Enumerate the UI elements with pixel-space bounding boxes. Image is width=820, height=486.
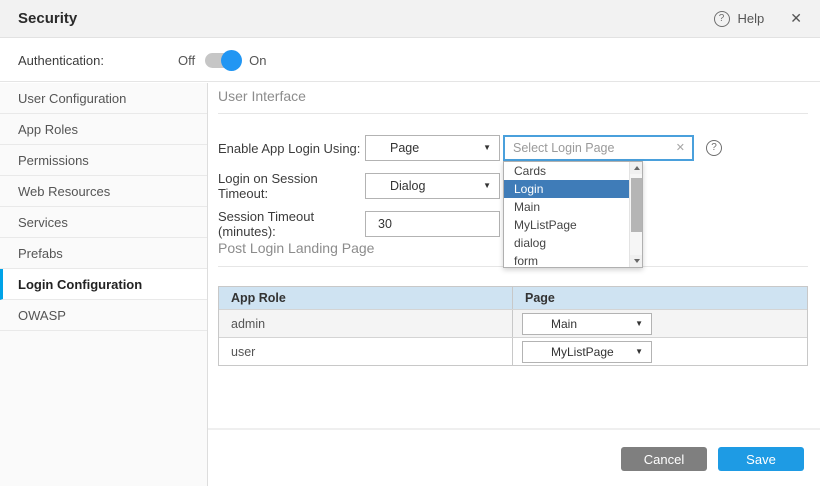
help-link[interactable]: Help: [738, 11, 765, 26]
sidebar-item-label: Prefabs: [18, 246, 63, 261]
login-type-value: Page: [390, 141, 419, 155]
table-header-row: App Role Page: [219, 287, 807, 309]
sidebar-item-permissions[interactable]: Permissions: [0, 145, 207, 176]
toggle-knob[interactable]: [221, 50, 242, 71]
sidebar-item-label: Login Configuration: [18, 277, 142, 292]
save-button[interactable]: Save: [718, 447, 804, 471]
toggle-off-label: Off: [178, 53, 195, 68]
admin-page-value: Main: [551, 317, 577, 331]
sidebar-item-label: Permissions: [18, 153, 89, 168]
dropdown-scrollbar[interactable]: [629, 162, 642, 267]
sidebar-item-label: Services: [18, 215, 68, 230]
chevron-down-icon: ▼: [635, 342, 643, 362]
sidebar-item-label: Web Resources: [18, 184, 110, 199]
scrollbar-up-icon[interactable]: [630, 162, 643, 174]
sidebar: User Configuration App Roles Permissions…: [0, 83, 208, 486]
toggle-on-label: On: [249, 53, 266, 68]
chevron-down-icon: ▼: [483, 174, 491, 198]
authentication-bar: Authentication: Off On: [0, 39, 820, 82]
help-icon[interactable]: ?: [714, 11, 730, 27]
sidebar-item-label: App Roles: [18, 122, 78, 137]
scrollbar-down-icon[interactable]: [630, 255, 643, 267]
footer-actions: Cancel Save: [621, 447, 804, 471]
title-bar: Security ? Help ✕: [0, 0, 820, 38]
enable-app-login-row: Enable App Login Using: Page ▼ ✕: [218, 134, 694, 162]
column-header-page: Page: [513, 287, 807, 309]
dropdown-option-dialog[interactable]: dialog: [504, 234, 642, 252]
dropdown-option-mylistpage[interactable]: MyListPage: [504, 216, 642, 234]
footer-divider: [208, 428, 820, 430]
main-content: User Interface Enable App Login Using: P…: [208, 83, 820, 486]
login-page-dropdown: Cards Login Main MyListPage dialog form: [503, 161, 643, 268]
session-timeout-login-label: Login on Session Timeout:: [218, 171, 365, 201]
section-divider: [218, 113, 808, 114]
page-title: Security: [18, 10, 77, 27]
landing-page-table: App Role Page admin Main ▼ user MyListPa…: [218, 286, 808, 366]
login-type-select[interactable]: Page ▼: [365, 135, 500, 161]
sidebar-item-label: User Configuration: [18, 91, 126, 106]
session-timeout-login-select[interactable]: Dialog ▼: [365, 173, 500, 199]
session-timeout-minutes-row: Session Timeout (minutes):: [218, 210, 500, 238]
login-page-search-input[interactable]: [505, 137, 692, 159]
session-timeout-login-value: Dialog: [390, 179, 425, 193]
sidebar-item-user-configuration[interactable]: User Configuration: [0, 83, 207, 114]
user-page-select[interactable]: MyListPage ▼: [522, 341, 652, 363]
session-timeout-minutes-input[interactable]: [365, 211, 500, 237]
dropdown-option-main[interactable]: Main: [504, 198, 642, 216]
table-row-user: user MyListPage ▼: [219, 337, 807, 365]
chevron-down-icon: ▼: [483, 136, 491, 160]
chevron-down-icon: ▼: [635, 314, 643, 334]
authentication-toggle[interactable]: [205, 53, 239, 68]
close-icon[interactable]: ✕: [790, 10, 802, 27]
dropdown-option-form[interactable]: form: [504, 252, 642, 268]
page-cell: Main ▼: [513, 310, 807, 337]
scrollbar-thumb[interactable]: [631, 178, 642, 232]
user-page-value: MyListPage: [551, 345, 614, 359]
sidebar-item-prefabs[interactable]: Prefabs: [0, 238, 207, 269]
session-timeout-minutes-label: Session Timeout (minutes):: [218, 209, 365, 239]
field-help-icon[interactable]: ?: [706, 140, 722, 156]
dropdown-option-cards[interactable]: Cards: [504, 162, 642, 180]
sidebar-item-web-resources[interactable]: Web Resources: [0, 176, 207, 207]
cancel-button[interactable]: Cancel: [621, 447, 707, 471]
authentication-label: Authentication:: [18, 53, 104, 68]
sidebar-item-login-configuration[interactable]: Login Configuration: [0, 269, 207, 300]
section-title-post-login: Post Login Landing Page: [218, 240, 374, 256]
sidebar-item-owasp[interactable]: OWASP: [0, 300, 207, 331]
app-role-cell: user: [219, 338, 513, 365]
enable-app-login-label: Enable App Login Using:: [218, 141, 365, 156]
column-header-app-role: App Role: [219, 287, 513, 309]
sidebar-item-label: OWASP: [18, 308, 66, 323]
admin-page-select[interactable]: Main ▼: [522, 313, 652, 335]
app-role-cell: admin: [219, 310, 513, 337]
login-page-combobox: ✕: [503, 135, 694, 161]
session-timeout-login-row: Login on Session Timeout: Dialog ▼: [218, 172, 500, 200]
section-title-user-interface: User Interface: [218, 88, 306, 104]
sidebar-item-app-roles[interactable]: App Roles: [0, 114, 207, 145]
security-dialog: Security ? Help ✕ Authentication: Off On…: [0, 0, 820, 486]
page-cell: MyListPage ▼: [513, 338, 807, 365]
clear-icon[interactable]: ✕: [676, 137, 685, 159]
table-row-admin: admin Main ▼: [219, 309, 807, 337]
dropdown-option-login[interactable]: Login: [504, 180, 642, 198]
sidebar-item-services[interactable]: Services: [0, 207, 207, 238]
